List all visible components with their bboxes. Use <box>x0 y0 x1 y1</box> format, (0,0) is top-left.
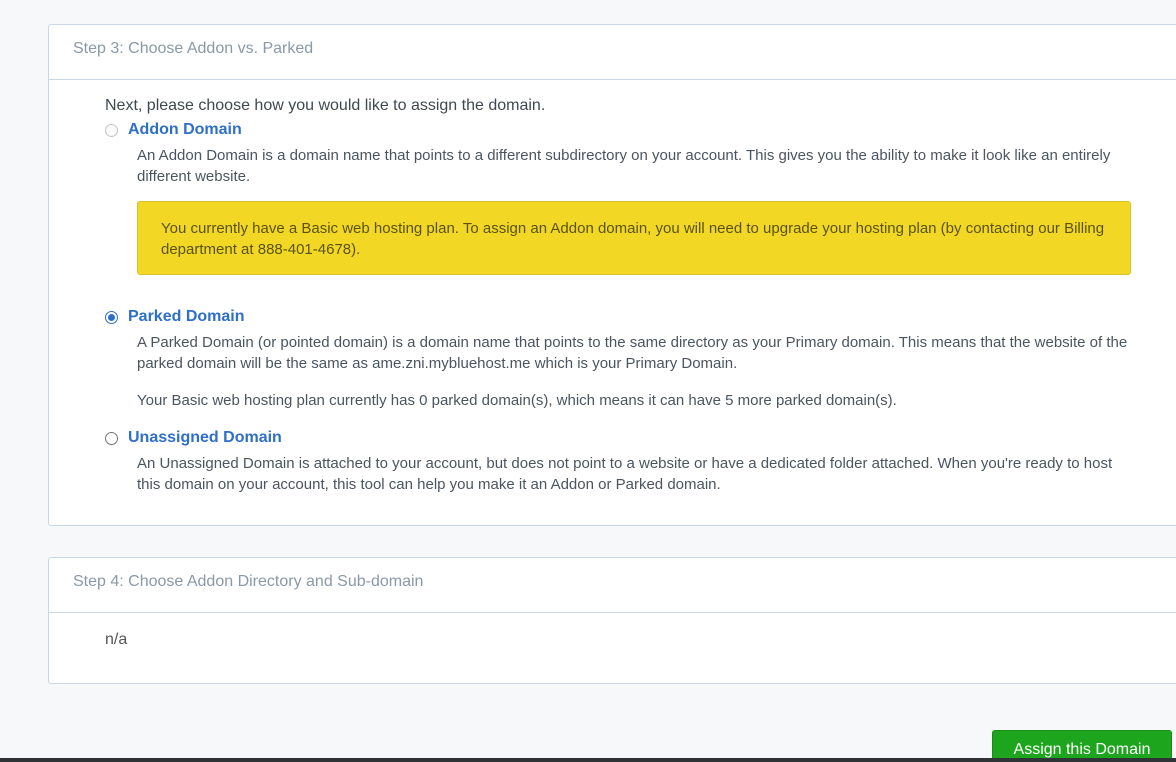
step4-title: Step 4: Choose Addon Directory and Sub-d… <box>49 558 1176 613</box>
step3-intro: Next, please choose how you would like t… <box>105 97 546 114</box>
step4-panel: Step 4: Choose Addon Directory and Sub-d… <box>48 557 1176 684</box>
parked-domain-description: A Parked Domain (or pointed domain) is a… <box>137 334 1128 372</box>
addon-domain-description: An Addon Domain is a domain name that po… <box>137 147 1111 185</box>
step3-title: Step 3: Choose Addon vs. Parked <box>49 25 1176 80</box>
unassigned-domain-radio[interactable] <box>105 432 118 445</box>
upgrade-alert: You currently have a Basic web hosting p… <box>137 201 1131 275</box>
unassigned-domain-label[interactable]: Unassigned Domain <box>128 429 282 447</box>
parked-domain-label[interactable]: Parked Domain <box>128 308 244 326</box>
bottom-bar <box>0 758 1176 762</box>
parked-plan-note: Your Basic web hosting plan currently ha… <box>137 392 897 409</box>
addon-domain-label[interactable]: Addon Domain <box>128 121 242 139</box>
unassigned-domain-description: An Unassigned Domain is attached to your… <box>137 455 1113 493</box>
step4-value: n/a <box>105 631 128 648</box>
step3-panel: Step 3: Choose Addon vs. Parked Next, pl… <box>48 24 1176 526</box>
addon-domain-radio[interactable] <box>105 124 118 137</box>
parked-domain-radio[interactable] <box>105 311 118 324</box>
